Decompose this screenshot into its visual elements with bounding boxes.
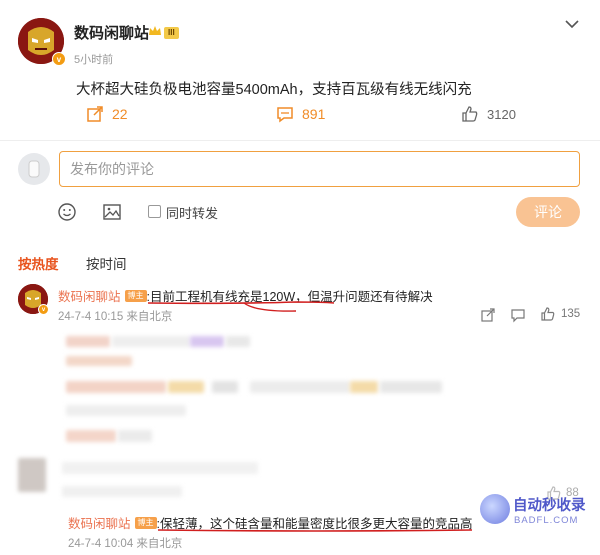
divider bbox=[0, 140, 600, 141]
submit-comment-button[interactable]: 评论 bbox=[516, 197, 580, 227]
blogger-tag: 博主 bbox=[124, 289, 147, 302]
forward-label[interactable]: 同时转发 bbox=[166, 203, 218, 222]
comment-meta: 24-7-4 10:04 来自北京 bbox=[68, 538, 183, 550]
redacted-content bbox=[66, 356, 132, 366]
repost-button[interactable]: 22 bbox=[86, 105, 128, 123]
comment-like-count: 135 bbox=[561, 308, 581, 320]
red-underline-annotation bbox=[147, 301, 335, 312]
like-button[interactable]: 3120 bbox=[461, 105, 516, 123]
sort-by-hot-tab[interactable]: 按热度 bbox=[18, 253, 59, 273]
post-time[interactable]: 5小时前 bbox=[74, 51, 113, 67]
redacted-avatar bbox=[18, 458, 46, 492]
redacted-content bbox=[112, 336, 190, 347]
crown-icon bbox=[149, 26, 161, 35]
thumbs-up-icon[interactable] bbox=[540, 306, 556, 322]
comment-input[interactable] bbox=[59, 151, 580, 187]
level-badge: III bbox=[164, 27, 179, 39]
repost-count: 22 bbox=[112, 106, 128, 122]
redacted-content bbox=[66, 381, 166, 393]
redacted-content bbox=[62, 462, 258, 474]
like-count: 3120 bbox=[487, 106, 516, 122]
redacted-content bbox=[168, 381, 204, 393]
watermark-logo-icon bbox=[480, 494, 510, 524]
redacted-content bbox=[250, 381, 350, 393]
comment-meta: 24-7-4 10:15 来自北京 bbox=[58, 311, 173, 323]
redacted-content bbox=[118, 430, 152, 442]
verified-badge-icon: v bbox=[52, 52, 66, 66]
chevron-down-icon[interactable] bbox=[564, 18, 580, 30]
comment-count: 891 bbox=[302, 106, 326, 122]
redacted-content bbox=[66, 336, 110, 347]
redacted-content bbox=[66, 405, 186, 416]
thumbs-up-icon bbox=[462, 106, 478, 122]
share-icon[interactable] bbox=[480, 307, 496, 323]
post-text: 大杯超大硅负极电池容量5400mAh，支持百瓦级有线无线闪充 bbox=[76, 82, 472, 98]
comment-author[interactable]: 数码闲聊站 bbox=[58, 286, 121, 305]
comment-icon bbox=[277, 107, 293, 123]
verified-badge-icon: v bbox=[38, 304, 49, 315]
redacted-content bbox=[66, 430, 116, 442]
repost-icon bbox=[87, 106, 103, 122]
watermark-title: 自动秒收录 bbox=[513, 498, 586, 514]
my-avatar bbox=[18, 153, 50, 185]
blogger-tag: 博主 bbox=[134, 516, 157, 529]
redacted-content bbox=[350, 381, 378, 393]
image-icon[interactable] bbox=[102, 202, 122, 222]
redacted-content bbox=[212, 381, 238, 393]
red-underline-annotation bbox=[157, 529, 473, 532]
sort-by-time-tab[interactable]: 按时间 bbox=[86, 253, 127, 273]
redacted-content bbox=[380, 381, 442, 393]
redacted-content bbox=[226, 336, 250, 347]
emoji-icon[interactable] bbox=[57, 202, 77, 222]
post-author-name[interactable]: 数码闲聊站 bbox=[74, 22, 149, 43]
watermark-subtitle: BADFL.COM bbox=[514, 515, 579, 526]
redacted-content bbox=[62, 486, 182, 497]
comment-button[interactable]: 891 bbox=[276, 105, 325, 123]
comment-author[interactable]: 数码闲聊站 bbox=[68, 513, 131, 532]
forward-checkbox[interactable] bbox=[148, 205, 161, 218]
redacted-content bbox=[190, 336, 224, 347]
reply-icon[interactable] bbox=[510, 307, 526, 323]
